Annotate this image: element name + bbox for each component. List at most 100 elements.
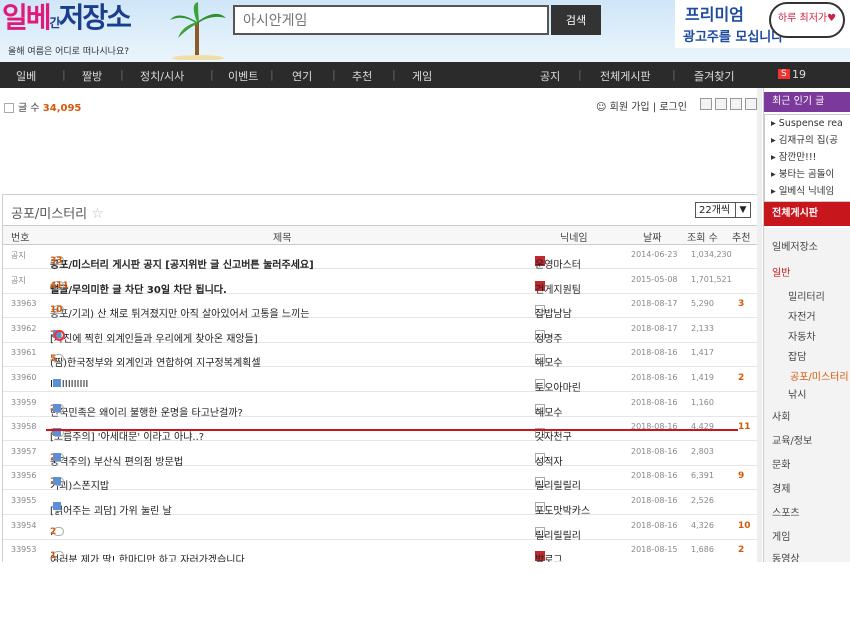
- category-item[interactable]: 잡담: [788, 348, 806, 363]
- category-item[interactable]: 일반: [772, 264, 790, 279]
- table-row[interactable]: 공지 공포/미스터리 게시판 공지 [공지위반 글 신고버튼 눌러주세요] 33 운영…: [3, 244, 758, 271]
- table-row[interactable]: 33962[사진에 찍힌 외계인들과 우리에게 찾아온 재앙들]7정명주2018…: [3, 318, 758, 345]
- post-recommend: 3: [738, 299, 745, 310]
- table-row[interactable]: 33953 여러분 제가 딱! 한마디만 하고 자러가겠습니다 1 발로그 2018-0…: [3, 539, 758, 562]
- table-row[interactable]: 33955 [읽어주는 괴담] 가위 눌린 날 포도맛박카스 2018-08-16 2,…: [3, 490, 758, 517]
- nav-separator: |: [578, 68, 582, 81]
- category-list: 일베저장소 일반 밀리터리 자전거 자동차 잡담 공포/미스터리 낚시 사회 교…: [764, 228, 850, 562]
- grid-view-icon[interactable]: [730, 98, 742, 110]
- site-logo[interactable]: 일베간저장소 올해 여름은 어디로 떠나시나요?: [0, 0, 230, 62]
- nav-item-ilbe[interactable]: 일베: [16, 68, 36, 84]
- col-rec[interactable]: 추천: [732, 229, 750, 244]
- logo-text-2: 저장소: [58, 1, 132, 34]
- image-icon: [53, 403, 61, 412]
- category-item[interactable]: 문화: [772, 456, 790, 471]
- login-link[interactable]: 로그인: [659, 102, 687, 113]
- popular-item-label: 김재규의 집(공: [778, 135, 838, 146]
- popular-item[interactable]: ▸ 붕타는 곰돌이: [771, 166, 850, 180]
- star-icon[interactable]: ☆: [91, 206, 104, 222]
- post-date: 2018-08-17: [631, 299, 678, 309]
- post-recommend: 10: [738, 520, 751, 531]
- logo-text-1: 일베: [2, 1, 52, 34]
- search-button[interactable]: 검색: [551, 5, 601, 35]
- nav-item-recommend[interactable]: 추천: [352, 68, 372, 84]
- table-row[interactable]: 33957충격주의) 부산식 편의점 방문법2성적자2018-08-162,80…: [3, 441, 758, 468]
- help-icon[interactable]: [700, 98, 712, 110]
- table-row[interactable]: 33959한국민족은 왜이리 불행한 운명을 타고난걸까?24해모수2018-0…: [3, 392, 758, 419]
- category-item[interactable]: 낚시: [788, 386, 806, 401]
- popular-item[interactable]: ▸ 잠깐만!!!: [771, 149, 850, 163]
- nav-badge[interactable]: S: [778, 69, 790, 79]
- post-views: 1,160: [691, 397, 714, 407]
- category-item[interactable]: 사회: [772, 408, 790, 423]
- nav-item-jjalbang[interactable]: 짤방: [82, 68, 102, 84]
- post-title-text: 여러분 제가 딱! 한마디만 하고 자러가겠습니다: [50, 555, 245, 562]
- row-number: 공지: [11, 275, 26, 285]
- browser-frame: 일베간저장소 올해 여름은 어디로 떠나시나요? 검색 프리미엄 광고주를 모십…: [0, 0, 850, 562]
- signup-link[interactable]: 회원 가입: [610, 102, 650, 113]
- post-date: 2018-08-17: [631, 323, 678, 333]
- table-row[interactable]: 33956기괴)스폰지밥2릴리릴릴리2018-08-166,3919: [3, 465, 758, 492]
- scrollbar[interactable]: [757, 88, 762, 562]
- search-input[interactable]: [241, 8, 545, 34]
- col-views[interactable]: 조회 수: [687, 229, 718, 244]
- nav-item-notice[interactable]: 공지: [540, 68, 560, 84]
- category-item-active[interactable]: 공포/미스터리: [790, 368, 849, 383]
- table-row[interactable]: 33961 (찜)한국정부와 외계인과 연합하여 지구정복계획셀 5 해모수 2018-…: [3, 342, 758, 369]
- category-item[interactable]: 밀리터리: [788, 288, 825, 303]
- category-item[interactable]: 스포츠: [772, 504, 800, 519]
- row-number: 33961: [11, 348, 37, 358]
- post-date: 2015-05-08: [631, 274, 678, 284]
- category-item[interactable]: 자동차: [788, 328, 816, 343]
- nav-item-all-boards[interactable]: 전체게시판: [600, 68, 651, 84]
- image-icon: [53, 477, 61, 486]
- popular-item[interactable]: ▸ 일베식 닉네임: [771, 183, 850, 197]
- nav-item-game[interactable]: 게임: [412, 68, 432, 84]
- category-item[interactable]: 동영상: [772, 550, 800, 562]
- image-icon: [53, 502, 61, 510]
- row-number: 공지: [11, 251, 26, 260]
- gallery-view-icon[interactable]: [745, 98, 757, 110]
- nav-item-favorites[interactable]: 즐겨찾기: [694, 68, 734, 84]
- board-list: 공포/미스터리 ☆ 22개씩 ▼ 번호 제목 닉네임 날짜 조회 수 추천 공지…: [2, 194, 759, 562]
- ad-banner[interactable]: 프리미엄 광고주를 모십니다 하루 최저가♥: [675, 0, 850, 48]
- post-views: 2,526: [691, 496, 714, 505]
- nav-item-yeongi[interactable]: 연기: [292, 68, 312, 84]
- per-page-value: 22개씩: [699, 205, 731, 216]
- popular-item[interactable]: ▸ 김재규의 집(공: [771, 132, 850, 146]
- table-row[interactable]: 33963 공포/기괴) 산 채로 튀겨졌지만 아직 살아있어서 고통을 느끼는 1…: [3, 293, 758, 320]
- nav-separator: |: [62, 68, 66, 81]
- popular-item[interactable]: ▸ Suspense rea: [771, 118, 850, 129]
- popular-item-label: 붕타는 곰돌이: [778, 169, 835, 180]
- table-row[interactable]: 공지 뻘글/무의미한 글 차단 30일 차단 됩니다. 411 건게지원팀 2015-0…: [3, 269, 758, 296]
- category-item[interactable]: 일베저장소: [772, 238, 818, 253]
- post-views: 1,419: [691, 373, 714, 382]
- post-date: 2014-06-23: [631, 250, 678, 259]
- category-item[interactable]: 게임: [772, 528, 790, 543]
- table-row[interactable]: 33954. 2 릴리릴릴리 2018-08-16 4,326 10: [3, 515, 758, 542]
- chevron-down-icon: ▼: [735, 203, 750, 217]
- popular-item-label: Suspense rea: [778, 118, 843, 129]
- ad-line-1: 프리미엄: [685, 5, 744, 24]
- nav-item-event[interactable]: 이벤트: [228, 68, 258, 84]
- logo-subtitle: 올해 여름은 어디로 떠나시나요?: [8, 47, 130, 57]
- nav-separator: |: [210, 68, 214, 81]
- comment-count: 5: [50, 354, 57, 365]
- nav-separator: |: [120, 68, 124, 81]
- nav-item-politics[interactable]: 정치/시사: [140, 68, 184, 84]
- col-nick: 닉네임: [560, 233, 588, 244]
- popular-item-label: 잠깐만!!!: [778, 152, 817, 163]
- category-item[interactable]: 자전거: [788, 308, 816, 323]
- nav-separator: |: [332, 68, 336, 81]
- category-item[interactable]: 경제: [772, 480, 790, 495]
- comment-count: 2: [50, 526, 57, 537]
- per-page-select[interactable]: 22개씩 ▼: [695, 202, 751, 218]
- list-view-icon[interactable]: [715, 98, 727, 110]
- category-item[interactable]: 교육/정보: [772, 432, 812, 447]
- nav-separator: |: [270, 68, 274, 81]
- popular-item-label: 일베식 닉네임: [778, 186, 835, 197]
- table-row[interactable]: 33960 IIIIIIIIIIIII 토오아마린 2018-08-16 1,419 2: [3, 367, 758, 394]
- all-boards-header[interactable]: 전체게시판: [764, 202, 850, 226]
- palm-tree-icon: [170, 2, 226, 60]
- popular-list: ▸ Suspense rea ▸ 김재규의 집(공 ▸ 잠깐만!!! ▸ 붕타는…: [764, 114, 850, 202]
